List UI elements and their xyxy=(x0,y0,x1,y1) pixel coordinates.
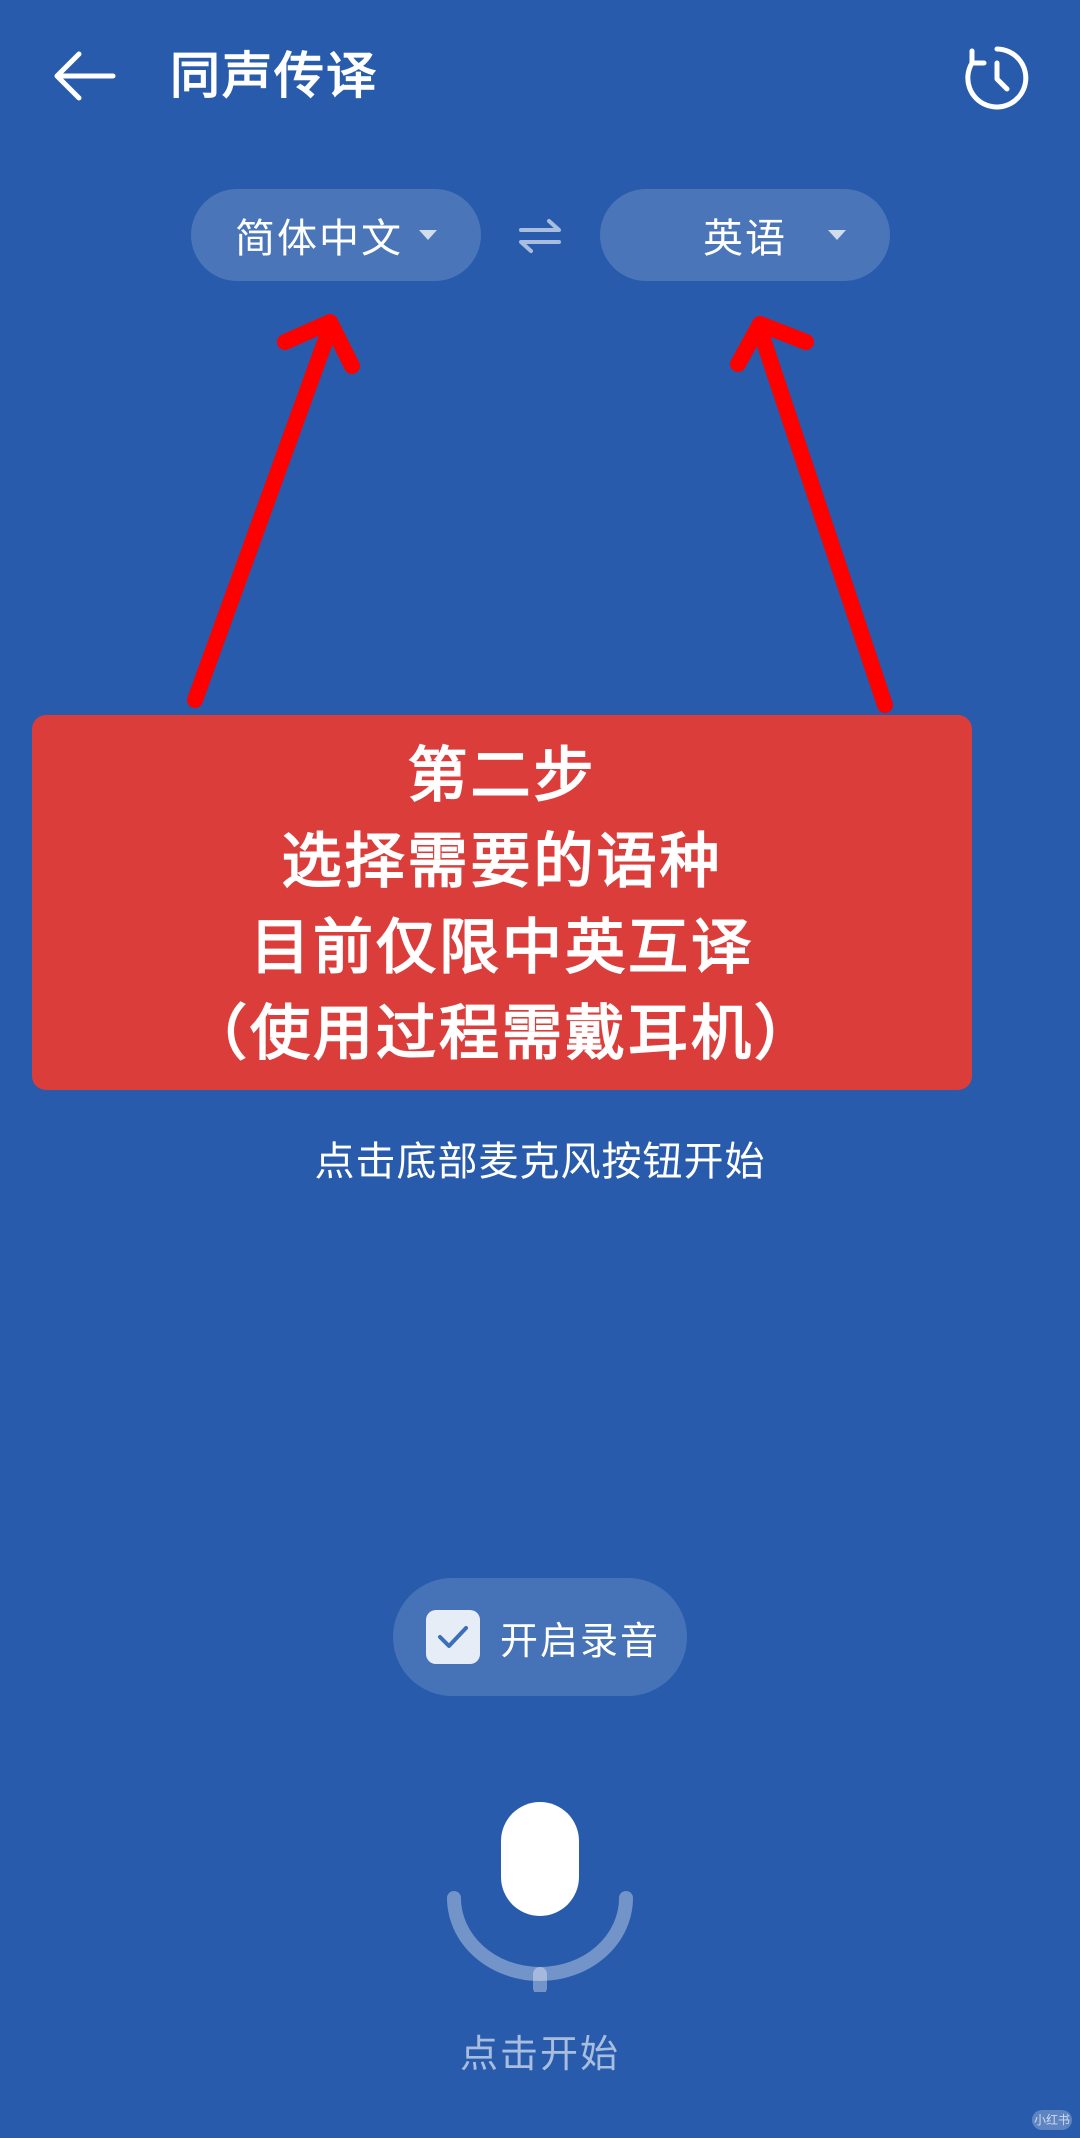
arrow-left-icon xyxy=(54,51,116,101)
record-checkbox[interactable] xyxy=(426,1610,480,1664)
record-audio-label: 开启录音 xyxy=(500,1618,661,1663)
back-button[interactable] xyxy=(44,36,124,116)
target-language-selector[interactable]: 英语 xyxy=(600,189,890,281)
microphone-icon xyxy=(447,1802,633,1995)
annotation-callout: 第二步 选择需要的语种 目前仅限中英互译 （使用过程需戴耳机） xyxy=(32,715,972,1090)
microphone-button[interactable] xyxy=(440,1792,640,1995)
checkmark-icon xyxy=(438,1626,468,1648)
annotation-arrowhead-left xyxy=(277,314,360,374)
source-language-selector[interactable]: 简体中文 xyxy=(191,189,481,281)
simultaneous-interpretation-screen: 同声传译 简体中文 英语 第二步 选择需要的语种 目前仅限中英互译 （使用过程需… xyxy=(0,0,1080,2138)
annotation-arrows xyxy=(187,314,893,713)
record-audio-toggle[interactable]: 开启录音 xyxy=(393,1578,687,1696)
caret-down-icon xyxy=(828,230,846,240)
swap-languages-button[interactable] xyxy=(510,206,570,266)
caret-down-icon xyxy=(419,230,437,240)
annotation-arrow-left xyxy=(187,320,338,708)
history-clock-icon xyxy=(965,46,1029,110)
target-language-label: 英语 xyxy=(703,216,787,262)
start-hint-text: 点击底部麦克风按钮开始 xyxy=(314,1139,766,1185)
page-title: 同声传译 xyxy=(170,47,378,105)
annotation-line: 第二步 xyxy=(407,740,597,811)
history-button[interactable] xyxy=(955,36,1039,120)
swap-arrows-icon xyxy=(519,219,561,253)
watermark: 小红书 xyxy=(1032,2110,1072,2130)
annotation-arrow-right xyxy=(752,322,893,713)
mic-start-label: 点击开始 xyxy=(459,2032,620,2076)
annotation-line: （使用过程需戴耳机） xyxy=(187,998,817,1069)
source-language-label: 简体中文 xyxy=(235,216,403,262)
annotation-line: 选择需要的语种 xyxy=(281,826,723,897)
annotation-line: 目前仅限中英互译 xyxy=(250,912,754,983)
annotation-arrowhead-right xyxy=(730,316,814,372)
